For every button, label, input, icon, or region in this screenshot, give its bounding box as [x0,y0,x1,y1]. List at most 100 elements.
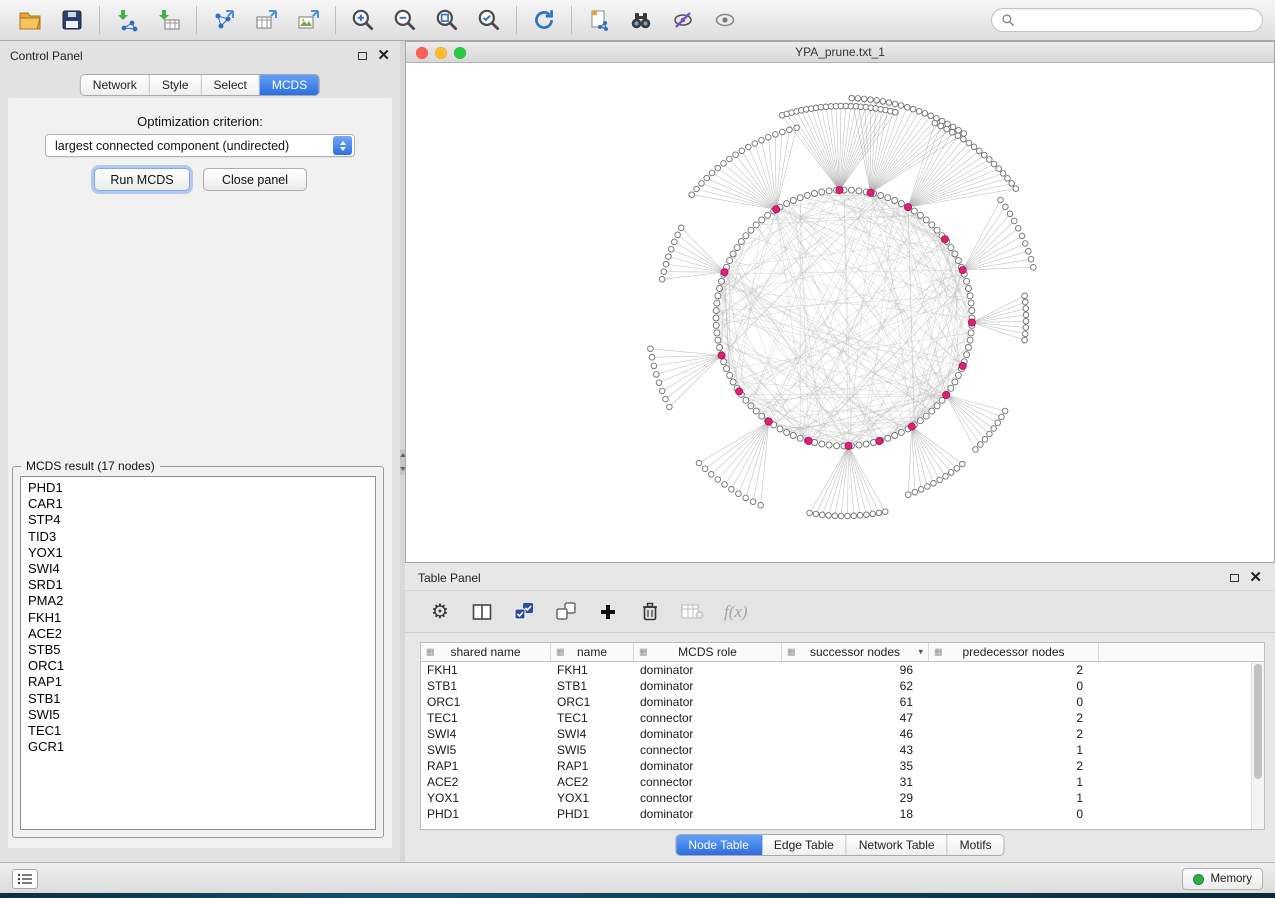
network-graph[interactable] [406,63,1274,562]
result-node-item[interactable]: TEC1 [21,723,375,739]
table-cell: 35 [782,759,929,773]
table-row[interactable]: YOX1YOX1connector291 [421,790,1251,806]
result-node-item[interactable]: TID3 [21,529,375,545]
tab-node-table[interactable]: Node Table [676,835,762,855]
zoom-in-button[interactable] [345,4,381,36]
criterion-dropdown[interactable]: largest connected component (undirected) [45,134,355,157]
column-menu-icon[interactable]: ▦ [426,647,435,658]
table-row[interactable]: PHD1PHD1dominator180 [421,806,1251,822]
scrollbar-thumb[interactable] [1254,664,1262,779]
network-canvas[interactable] [406,63,1274,562]
import-network-button[interactable] [109,4,145,36]
table-row[interactable]: SWI4SWI4dominator462 [421,726,1251,742]
close-panel-icon[interactable]: ✕ [377,51,390,61]
result-node-item[interactable]: SRD1 [21,577,375,593]
table-panel: Table Panel ✕ ⚙ [405,565,1275,862]
column-layout-button[interactable] [471,599,493,625]
column-menu-icon[interactable]: ▦ [787,647,796,658]
export-image-button[interactable] [290,4,326,36]
column-header-MCDS-role[interactable]: ▦MCDS role [634,643,782,661]
result-node-item[interactable]: SWI5 [21,707,375,723]
table-settings-button[interactable]: ⚙ [429,599,451,625]
zoom-out-button[interactable] [387,4,423,36]
table-cell: 46 [782,727,929,741]
tab-motifs[interactable]: Motifs [948,835,1004,855]
function-builder-button[interactable]: f(x) [724,599,748,625]
open-session-button[interactable] [12,4,48,36]
tab-edge-table[interactable]: Edge Table [762,835,847,855]
float-window-icon[interactable] [1230,574,1239,582]
zoom-fit-button[interactable] [429,4,465,36]
table-row[interactable]: TEC1TEC1connector472 [421,710,1251,726]
tab-network[interactable]: Network [81,75,150,95]
table-row[interactable]: SWI5SWI5connector431 [421,742,1251,758]
table-cell: 29 [782,791,929,805]
result-node-item[interactable]: ORC1 [21,658,375,674]
zoom-in-icon [350,7,376,33]
float-window-icon[interactable] [358,52,367,60]
column-header-predecessor-nodes[interactable]: ▦predecessor nodes [929,643,1099,661]
show-graphics-button[interactable] [707,4,743,36]
result-node-item[interactable]: YOX1 [21,545,375,561]
close-panel-button[interactable]: Close panel [203,168,307,191]
apply-layout-button[interactable] [526,4,562,36]
close-panel-icon[interactable]: ✕ [1249,573,1262,583]
table-scrollbar[interactable] [1251,662,1264,829]
table-row[interactable]: FKH1FKH1dominator962 [421,662,1251,678]
result-node-item[interactable]: CAR1 [21,496,375,512]
trash-icon [642,602,658,621]
zoom-selected-button[interactable] [471,4,507,36]
delete-table-button[interactable] [681,599,704,625]
result-node-item[interactable]: FKH1 [21,610,375,626]
result-node-item[interactable]: SWI4 [21,561,375,577]
export-network-button[interactable] [206,4,242,36]
tab-network-table[interactable]: Network Table [847,835,948,855]
delete-row-button[interactable] [639,599,661,625]
tab-style[interactable]: Style [150,75,202,95]
tab-select[interactable]: Select [202,75,260,95]
eye-icon [712,8,738,32]
import-table-button[interactable] [151,4,187,36]
table-cell: connector [634,775,782,789]
result-node-item[interactable]: PMA2 [21,593,375,609]
run-mcds-button[interactable]: Run MCDS [94,168,190,191]
column-header-successor-nodes[interactable]: ▦successor nodes▾ [782,643,929,661]
search-input[interactable] [1021,13,1253,27]
hide-selected-button[interactable] [665,4,701,36]
table-body[interactable]: FKH1FKH1dominator962STB1STB1dominator620… [421,662,1251,829]
memory-button[interactable]: Memory [1182,868,1263,890]
add-row-button[interactable] [597,599,619,625]
deselect-all-button[interactable] [555,599,577,625]
table-cell: 1 [929,775,1099,789]
column-header-shared-name[interactable]: ▦shared name [421,643,551,661]
table-row[interactable]: RAP1RAP1dominator352 [421,758,1251,774]
search-field[interactable] [991,8,1263,32]
network-window-titlebar[interactable]: YPA_prune.txt_1 [406,42,1274,63]
table-cell: FKH1 [421,663,551,677]
column-menu-icon[interactable]: ▦ [639,647,648,658]
result-node-item[interactable]: RAP1 [21,674,375,690]
clone-network-button[interactable] [581,4,617,36]
table-cell: dominator [634,759,782,773]
save-session-button[interactable] [54,4,90,36]
result-node-item[interactable]: STB1 [21,691,375,707]
find-button[interactable] [623,4,659,36]
tab-mcds[interactable]: MCDS [260,75,319,95]
table-cell: dominator [634,679,782,693]
table-row[interactable]: STB1STB1dominator620 [421,678,1251,694]
result-node-item[interactable]: STP4 [21,512,375,528]
result-node-item[interactable]: ACE2 [21,626,375,642]
table-row[interactable]: ORC1ORC1dominator610 [421,694,1251,710]
status-menu-button[interactable] [12,869,38,889]
table-row[interactable]: ACE2ACE2connector311 [421,774,1251,790]
export-table-button[interactable] [248,4,284,36]
column-header-name[interactable]: ▦name [551,643,634,661]
table-cell: 47 [782,711,929,725]
column-menu-icon[interactable]: ▦ [556,647,565,658]
select-all-button[interactable] [513,599,535,625]
result-node-item[interactable]: GCR1 [21,739,375,755]
result-node-item[interactable]: PHD1 [21,480,375,496]
column-menu-icon[interactable]: ▦ [934,647,943,658]
result-node-item[interactable]: STB5 [21,642,375,658]
mcds-result-list[interactable]: PHD1CAR1STP4TID3YOX1SWI4SRD1PMA2FKH1ACE2… [20,476,376,830]
